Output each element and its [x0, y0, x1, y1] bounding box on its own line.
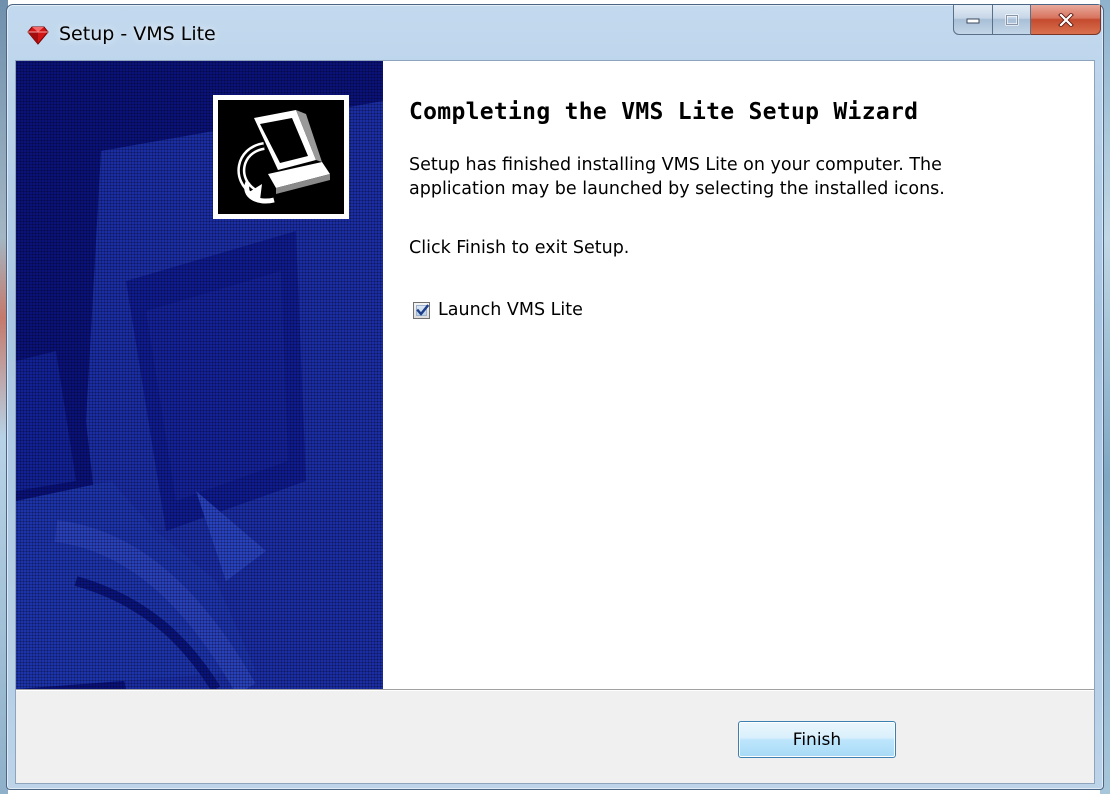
caption-buttons: [953, 5, 1101, 35]
launch-checkbox-row[interactable]: Launch VMS Lite: [413, 300, 583, 320]
description-line-1: Setup has finished installing VMS Lite o…: [409, 155, 942, 175]
installer-logo: [213, 95, 349, 219]
window-title: Setup - VMS Lite: [59, 23, 216, 45]
wizard-instruction: Click Finish to exit Setup.: [409, 238, 630, 258]
wizard-banner-image: [16, 61, 383, 689]
minimize-icon: [966, 18, 980, 23]
launch-checkbox[interactable]: [413, 301, 430, 319]
maximize-icon: [1004, 13, 1019, 26]
checkmark-icon: [416, 303, 430, 316]
minimize-button[interactable]: [953, 5, 993, 35]
wizard-description: Setup has finished installing VMS Lite o…: [409, 153, 1069, 201]
close-icon: [1057, 12, 1074, 27]
app-gem-icon[interactable]: [27, 24, 49, 46]
wizard-client-area: Completing the VMS Lite Setup Wizard Set…: [15, 60, 1095, 784]
finish-button[interactable]: Finish: [738, 721, 896, 758]
wizard-button-bar: Finish: [16, 691, 1094, 783]
maximize-button[interactable]: [993, 5, 1031, 35]
title-bar[interactable]: Setup - VMS Lite: [7, 5, 1103, 59]
computer-install-icon: [218, 100, 344, 214]
launch-checkbox-label[interactable]: Launch VMS Lite: [438, 300, 583, 320]
wizard-heading: Completing the VMS Lite Setup Wizard: [409, 99, 919, 125]
description-line-2: application may be launched by selecting…: [409, 179, 945, 199]
wizard-content: Completing the VMS Lite Setup Wizard Set…: [383, 61, 1094, 689]
setup-window: Setup - VMS Lite Completing the VMS Lite…: [6, 4, 1104, 790]
close-button[interactable]: [1031, 5, 1101, 35]
